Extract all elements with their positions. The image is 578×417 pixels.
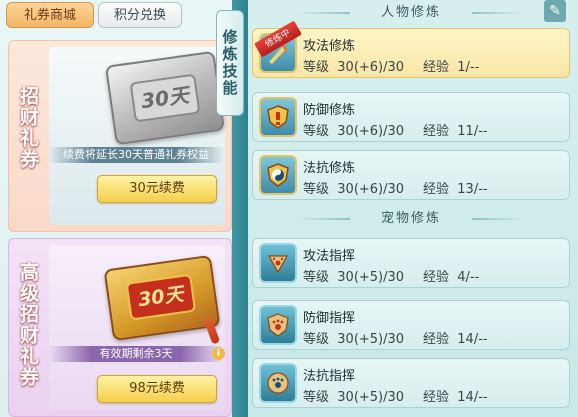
skill-name: 攻法指挥 <box>303 249 356 264</box>
skill-level: 等级 30(+5)/30 <box>303 270 405 285</box>
renew-98-button[interactable]: 98元续费 <box>97 375 217 403</box>
gold-ticket-icon: 30天 <box>103 254 221 342</box>
tab-points-exchange[interactable]: 积分兑换 <box>98 2 182 28</box>
paw-circle-icon <box>259 363 297 403</box>
skill-exp: 经验 14/-- <box>423 332 488 347</box>
skill-row-defense[interactable]: 防御修炼 等级 30(+6)/30 经验 11/-- <box>252 92 570 142</box>
skill-exp: 经验 11/-- <box>423 124 488 139</box>
skill-name: 法抗修炼 <box>303 161 356 176</box>
cultivation-panel: 人物修炼 ✎ 修炼中 攻法修炼 等级 30(+6)/30 经验 1/-- 防御修… <box>248 0 578 417</box>
renew-30-button[interactable]: 30元续费 <box>97 175 217 203</box>
skill-name: 法抗指挥 <box>303 369 356 384</box>
skill-exp: 经验 14/-- <box>423 390 488 405</box>
skill-exp: 经验 13/-- <box>423 182 488 197</box>
skill-row-defense-command[interactable]: 防御指挥 等级 30(+5)/30 经验 14/-- <box>252 300 570 350</box>
tab-ticket-shop[interactable]: 礼券商城 <box>6 2 94 28</box>
yin-yang-shield-icon <box>259 155 297 195</box>
skill-level: 等级 30(+5)/30 <box>303 332 405 347</box>
skill-name: 防御修炼 <box>303 103 356 118</box>
validity-remaining-text: 有效期剩余3天 <box>48 346 224 362</box>
shield-icon <box>259 97 297 137</box>
skill-row-attack-magic[interactable]: 修炼中 攻法修炼 等级 30(+6)/30 经验 1/-- <box>252 20 570 78</box>
skill-row-resist-command[interactable]: 法抗指挥 等级 30(+5)/30 经验 14/-- <box>252 358 570 408</box>
skill-level: 等级 30(+6)/30 <box>303 124 405 139</box>
tab-cultivation-skills[interactable]: 修炼技能 <box>216 10 244 116</box>
paw-triangle-icon <box>259 243 297 283</box>
fortune-ticket-title: 招财礼券 <box>17 86 39 170</box>
skill-exp: 经验 1/-- <box>423 60 480 75</box>
silver-ticket-label: 30天 <box>129 73 201 123</box>
skill-row-attack-command[interactable]: 攻法指挥 等级 30(+5)/30 经验 4/-- <box>252 238 570 288</box>
skill-level: 等级 30(+6)/30 <box>303 182 405 197</box>
character-cultivation-header: 人物修炼 <box>286 2 536 24</box>
skill-exp: 经验 4/-- <box>423 270 480 285</box>
gold-ticket-label: 30天 <box>125 273 197 321</box>
renew-info-text: 续费将延长30天普通礼券权益 <box>48 147 224 163</box>
info-icon[interactable]: i <box>212 347 225 360</box>
edit-icon[interactable]: ✎ <box>544 0 566 22</box>
skill-row-magic-resist[interactable]: 法抗修炼 等级 30(+6)/30 经验 13/-- <box>252 150 570 200</box>
silver-ticket-icon: 30天 <box>104 50 226 146</box>
skill-name: 防御指挥 <box>303 311 356 326</box>
paw-shield-icon <box>259 305 297 345</box>
premium-fortune-ticket-title: 高级招财礼券 <box>17 262 39 388</box>
skill-name: 攻法修炼 <box>303 39 356 54</box>
ticket-shop-panel: 礼券商城 积分兑换 招财礼券 30天 续费将延长30天普通礼券权益 30元续费 … <box>0 0 232 417</box>
skill-level: 等级 30(+5)/30 <box>303 390 405 405</box>
pet-cultivation-header: 宠物修炼 <box>286 208 536 230</box>
skill-level: 等级 30(+6)/30 <box>303 60 405 75</box>
